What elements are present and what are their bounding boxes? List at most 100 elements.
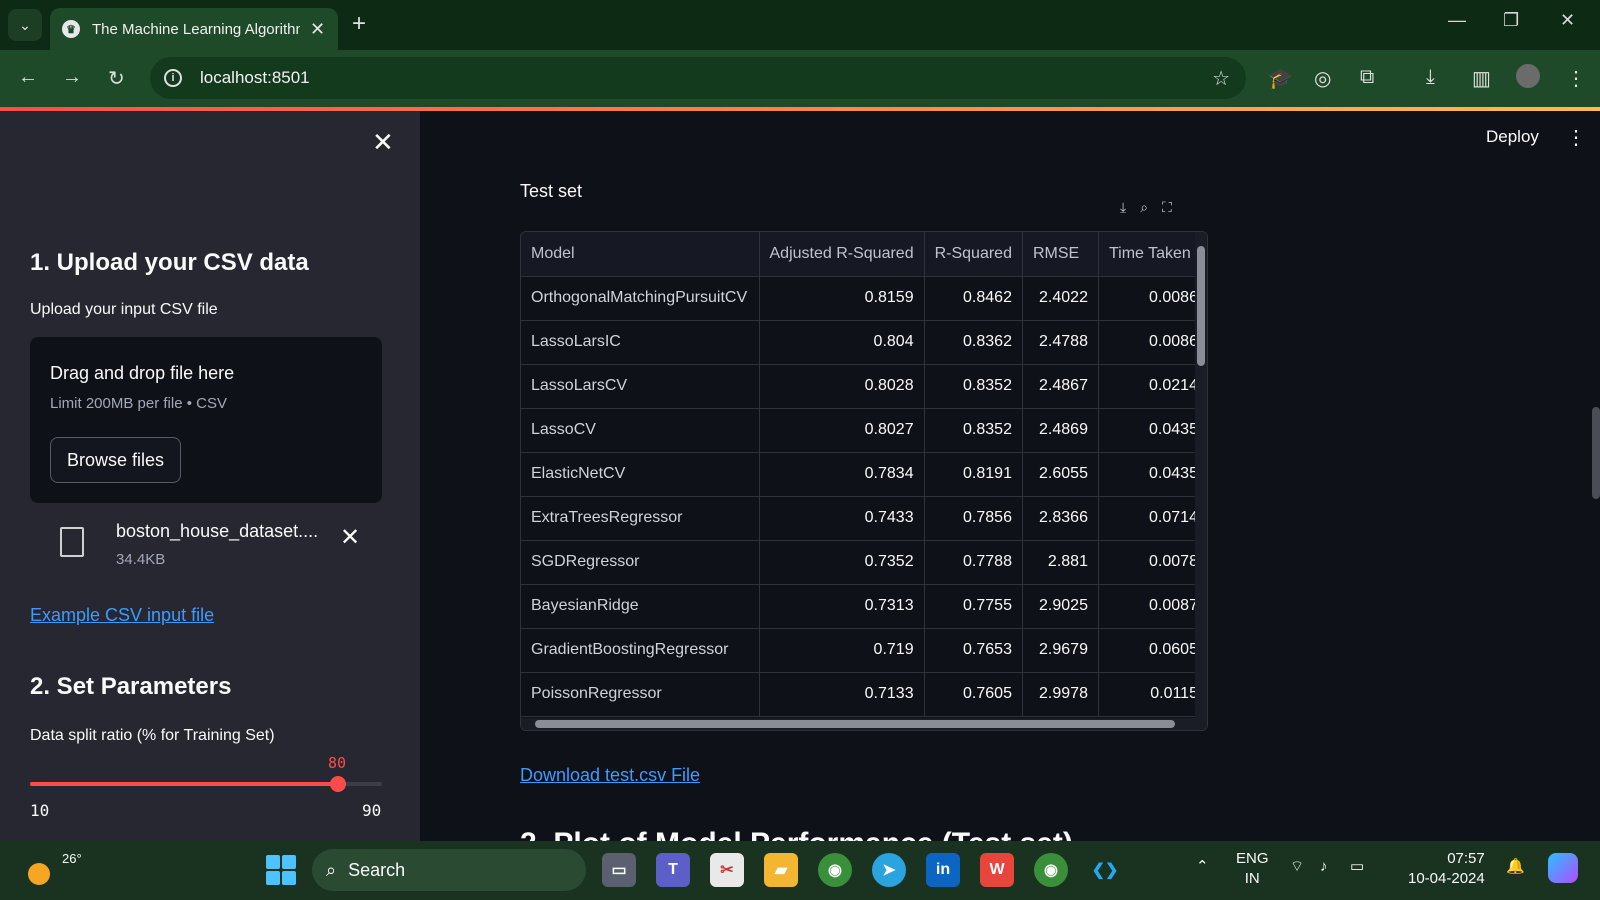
parameters-section-title: 2. Set Parameters bbox=[30, 673, 232, 700]
table-row[interactable]: BayesianRidge 0.7313 0.7755 2.9025 0.0087 bbox=[521, 584, 1207, 629]
table-row[interactable]: ExtraTreesRegressor 0.7433 0.7856 2.8366 0.0… bbox=[521, 496, 1207, 541]
remove-file-icon[interactable]: ✕ bbox=[340, 523, 360, 552]
metric-cell: 2.4788 bbox=[1022, 320, 1099, 365]
table-row[interactable]: OrthogonalMatchingPursuitCV 0.8159 0.8462 2… bbox=[521, 276, 1207, 321]
clock[interactable]: 07:57 10-04-2024 bbox=[1408, 849, 1485, 889]
windows-start-icon[interactable] bbox=[266, 855, 296, 885]
clock-time: 07:57 bbox=[1447, 850, 1485, 867]
copilot-icon[interactable] bbox=[1548, 853, 1578, 883]
extension-hat-icon[interactable]: 🎓 bbox=[1268, 66, 1293, 91]
bookmark-star-icon[interactable]: ☆ bbox=[1212, 66, 1230, 91]
weather-widget[interactable]: 26° bbox=[24, 851, 82, 887]
model-name-cell: ExtraTreesRegressor bbox=[521, 496, 760, 541]
browse-files-button[interactable]: Browse files bbox=[50, 437, 181, 483]
metric-cell: 0.7755 bbox=[924, 584, 1023, 629]
linkedin-icon[interactable]: in bbox=[926, 853, 960, 887]
column-header[interactable]: R-Squared bbox=[924, 232, 1023, 277]
dropzone-limit: Limit 200MB per file • CSV bbox=[50, 395, 227, 412]
metric-cell: 0.8352 bbox=[924, 408, 1023, 453]
column-header[interactable]: Model bbox=[521, 232, 760, 277]
model-name-cell: ElasticNetCV bbox=[521, 452, 760, 497]
metric-cell: 0.7313 bbox=[759, 584, 925, 629]
metric-cell: 2.4022 bbox=[1022, 276, 1099, 321]
extensions-puzzle-icon[interactable]: ⧉ bbox=[1360, 66, 1374, 89]
page-scrollbar-thumb[interactable] bbox=[1592, 407, 1600, 499]
browser-tab-active[interactable]: ♛ The Machine Learning Algorithm Compari… bbox=[50, 8, 338, 50]
extension-chrome-icon[interactable]: ◎ bbox=[1314, 66, 1331, 91]
telegram-icon[interactable]: ➤ bbox=[872, 853, 906, 887]
table-download-icon[interactable]: ⤓ bbox=[1120, 199, 1126, 216]
table-row[interactable]: GradientBoostingRegressor 0.719 0.7653 2.96… bbox=[521, 628, 1207, 673]
deploy-button[interactable]: Deploy bbox=[1486, 127, 1539, 147]
column-header[interactable]: Time Taken bbox=[1098, 232, 1207, 277]
table-row[interactable]: PoissonRegressor 0.7133 0.7605 2.9978 0.0115 bbox=[521, 672, 1207, 717]
vscode-icon[interactable]: ❮❯ bbox=[1088, 853, 1122, 887]
metric-cell: 0.719 bbox=[759, 628, 925, 673]
results-table[interactable]: Model Adjusted R-Squared R-Squared RMSE Time… bbox=[520, 231, 1208, 731]
sidebar-close-icon[interactable]: ✕ bbox=[372, 127, 394, 158]
tab-close-icon[interactable]: ✕ bbox=[310, 19, 325, 40]
tray-overflow-icon[interactable]: ⌃ bbox=[1196, 857, 1209, 877]
file-dropzone[interactable]: Drag and drop file here Limit 200MB per … bbox=[30, 337, 382, 503]
wifi-icon[interactable]: ⌔ bbox=[1290, 857, 1304, 877]
metric-cell: 0.7834 bbox=[759, 452, 925, 497]
metric-cell: 2.8366 bbox=[1022, 496, 1099, 541]
new-tab-icon[interactable]: + bbox=[352, 10, 366, 38]
address-bar[interactable]: i localhost:8501 ☆ bbox=[150, 57, 1246, 99]
table-vertical-scrollbar[interactable] bbox=[1195, 232, 1207, 722]
downloads-icon[interactable]: ⤓ bbox=[1426, 66, 1435, 89]
metric-cell: 0.0214 bbox=[1098, 364, 1207, 409]
reload-icon[interactable]: ↻ bbox=[108, 66, 125, 91]
profile-avatar[interactable] bbox=[1516, 64, 1540, 88]
app-menu-icon[interactable]: ⋮ bbox=[1566, 125, 1586, 150]
plot-section-heading: 2. Plot of Model Performance (Test set) bbox=[520, 827, 1073, 841]
column-header[interactable]: RMSE bbox=[1022, 232, 1099, 277]
table-row[interactable]: LassoLarsCV 0.8028 0.8352 2.4867 0.0214 bbox=[521, 364, 1207, 409]
site-info-icon[interactable]: i bbox=[164, 69, 182, 87]
wps-office-icon[interactable]: W bbox=[980, 853, 1014, 887]
example-csv-link[interactable]: Example CSV input file bbox=[30, 605, 214, 626]
language-indicator[interactable]: ENG IN bbox=[1236, 849, 1269, 889]
task-view-icon[interactable]: ▭ bbox=[602, 853, 636, 887]
table-fullscreen-icon[interactable]: ⛶ bbox=[1162, 199, 1172, 216]
battery-icon[interactable]: ▭ bbox=[1350, 857, 1364, 877]
tab-search-dropdown-icon[interactable]: ⌄ bbox=[8, 9, 42, 41]
column-header[interactable]: Adjusted R-Squared bbox=[759, 232, 925, 277]
restore-icon[interactable]: ❐ bbox=[1503, 10, 1519, 31]
metric-cell: 2.9679 bbox=[1022, 628, 1099, 673]
metric-cell: 0.7133 bbox=[759, 672, 925, 717]
split-ratio-slider[interactable] bbox=[30, 776, 382, 792]
download-test-csv-link[interactable]: Download test.csv File bbox=[520, 765, 700, 786]
snipping-tool-icon[interactable]: ✂ bbox=[710, 853, 744, 887]
model-name-cell: GradientBoostingRegressor bbox=[521, 628, 760, 673]
table-hscroll-thumb[interactable] bbox=[535, 720, 1175, 728]
table-row[interactable]: SGDRegressor 0.7352 0.7788 2.881 0.0078 bbox=[521, 540, 1207, 585]
back-icon[interactable]: ← bbox=[18, 66, 38, 89]
table-search-icon[interactable]: ⌕ bbox=[1140, 199, 1148, 216]
slider-thumb[interactable] bbox=[330, 776, 346, 792]
split-ratio-label: Data split ratio (% for Training Set) bbox=[30, 727, 275, 744]
chrome-icon[interactable]: ◉ bbox=[818, 853, 852, 887]
taskbar-search[interactable]: ⌕ Search bbox=[312, 849, 586, 891]
forward-icon[interactable]: → bbox=[62, 66, 82, 89]
metric-cell: 0.8352 bbox=[924, 364, 1023, 409]
model-name-cell: LassoLarsIC bbox=[521, 320, 760, 365]
metric-cell: 0.0078 bbox=[1098, 540, 1207, 585]
volume-icon[interactable]: ♪ bbox=[1320, 857, 1328, 877]
table-row[interactable]: ElasticNetCV 0.7834 0.8191 2.6055 0.0435 bbox=[521, 452, 1207, 497]
notification-bell-icon[interactable]: 🔔 bbox=[1506, 857, 1525, 877]
dropzone-title: Drag and drop file here bbox=[50, 363, 235, 383]
table-row[interactable]: LassoCV 0.8027 0.8352 2.4869 0.0435 bbox=[521, 408, 1207, 453]
window-close-icon[interactable]: ✕ bbox=[1560, 10, 1575, 31]
metric-cell: 0.0714 bbox=[1098, 496, 1207, 541]
chrome-profile-icon[interactable]: ◉ bbox=[1034, 853, 1068, 887]
table-vscroll-thumb[interactable] bbox=[1197, 246, 1205, 366]
browser-tabbar: ⌄ ♛ The Machine Learning Algorithm Compa… bbox=[0, 0, 1600, 50]
teams-icon[interactable]: T bbox=[656, 853, 690, 887]
minimize-icon[interactable]: — bbox=[1448, 10, 1466, 31]
file-explorer-icon[interactable]: ▰ bbox=[764, 853, 798, 887]
table-row[interactable]: LassoLarsIC 0.804 0.8362 2.4788 0.0086 bbox=[521, 320, 1207, 365]
browser-menu-icon[interactable]: ⋮ bbox=[1566, 66, 1586, 91]
side-panel-icon[interactable]: ▥ bbox=[1472, 66, 1491, 91]
table-horizontal-scrollbar[interactable] bbox=[521, 718, 1207, 730]
